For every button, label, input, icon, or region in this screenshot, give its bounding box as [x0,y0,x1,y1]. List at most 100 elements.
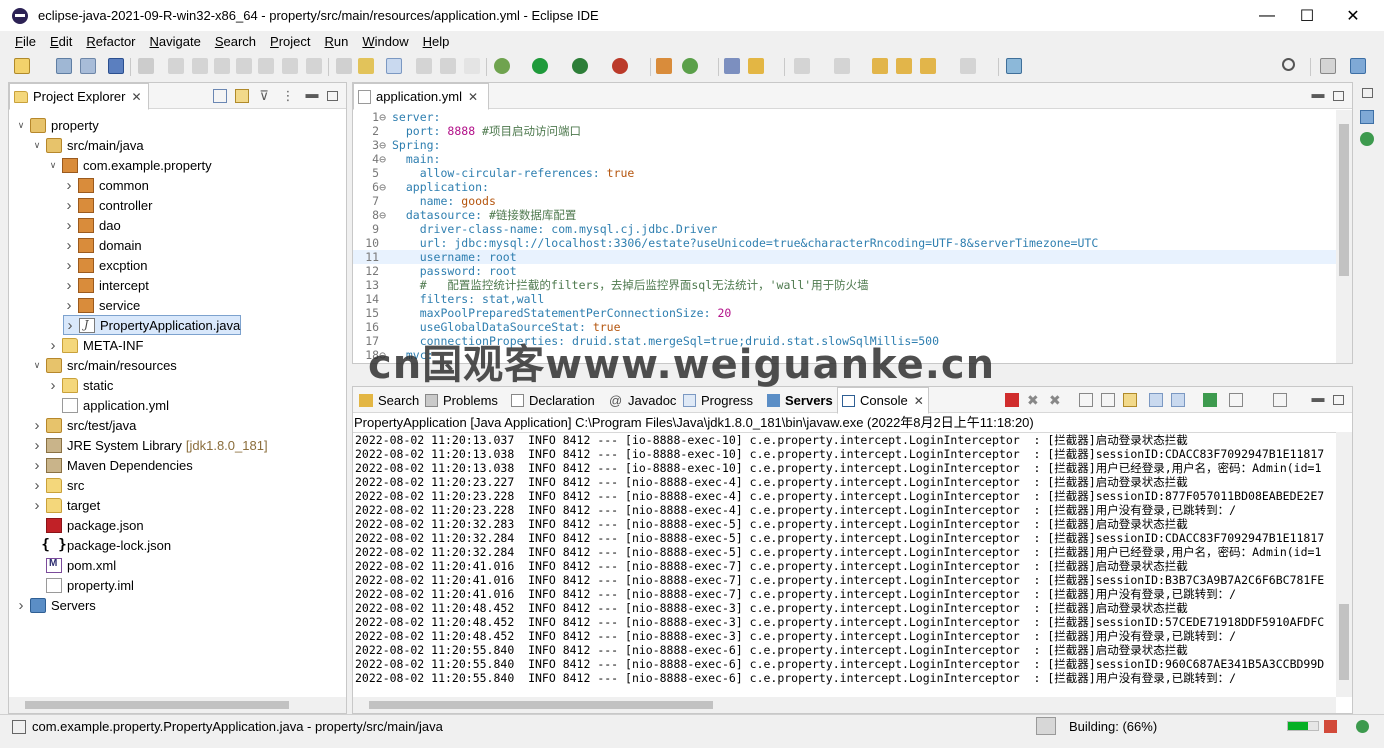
menu-edit[interactable]: Edit [43,34,79,49]
filter-icon[interactable]: ⊽ [257,89,271,103]
terminate-icon[interactable] [1005,393,1019,407]
tree-item[interactable]: › META-INF [47,335,144,355]
scroll-lock-icon[interactable] [1101,393,1115,407]
forward-icon[interactable] [960,58,976,74]
pin-console-icon[interactable] [1203,393,1217,407]
tree-item[interactable]: › excption [63,255,148,275]
coverage-icon[interactable] [572,58,588,74]
tree-item[interactable]: pom.xml [31,555,116,575]
menu-file[interactable]: File [8,34,43,49]
next-edit-location-icon[interactable] [896,58,912,74]
tab-problems[interactable]: Problems [421,387,502,413]
chevron-right-icon[interactable]: › [31,417,43,434]
tree-item[interactable]: ∨ src/main/resources [31,355,177,375]
console-horizontal-scrollbar[interactable] [353,697,1336,713]
menu-refactor[interactable]: Refactor [79,34,142,49]
minimize-view-icon[interactable]: ▬ [1311,391,1325,407]
show-console-on-error-icon[interactable] [1171,393,1185,407]
tree-item[interactable]: application.yml [47,395,169,415]
new-icon[interactable] [14,58,30,74]
chevron-right-icon[interactable]: › [15,597,27,614]
tab-console[interactable]: Console ✕ [837,387,929,414]
run-icon[interactable] [532,58,548,74]
explorer-horizontal-scrollbar[interactable] [9,697,346,713]
tree-item[interactable]: › JRE System Library [jdk1.8.0_181] [31,435,268,455]
close-icon[interactable]: ✕ [914,394,924,408]
tab-progress[interactable]: Progress [679,387,757,413]
code-line[interactable]: 6⊖ application: [353,180,1336,194]
scrollbar-thumb[interactable] [1339,604,1349,680]
notifications-icon[interactable] [1356,720,1369,733]
chevron-right-icon[interactable]: › [63,297,75,314]
terminal-icon[interactable] [108,58,124,74]
code-line[interactable]: 16 useGlobalDataSourceStat: true [353,320,1336,334]
word-wrap-icon[interactable] [1123,393,1137,407]
show-console-on-output-icon[interactable] [1149,393,1163,407]
open-type-icon[interactable] [724,58,740,74]
tree-item[interactable]: package.json [31,515,144,535]
close-icon[interactable]: ✕ [131,90,141,104]
chevron-down-icon[interactable]: ∨ [15,120,27,131]
close-window-button[interactable]: ✕ [1330,0,1376,31]
terminate-icon[interactable] [214,58,230,74]
remove-launch-icon[interactable]: ✖ [1027,393,1041,407]
tree-item[interactable]: › target [31,495,101,515]
tree-item[interactable]: › common [63,175,149,195]
code-line[interactable]: 12 password: root [353,264,1336,278]
tab-application-yml[interactable]: application.yml ✕ [353,83,489,110]
open-perspective-icon[interactable] [1320,58,1336,74]
next-annotation-icon[interactable] [794,58,810,74]
tree-item[interactable]: › service [63,295,141,315]
search-icon[interactable] [1282,58,1295,71]
code-line[interactable]: 10 ⇨ url: jdbc:mysql://localhost:3306/es… [353,236,1336,250]
tab-search[interactable]: Search [355,387,423,413]
tree-item[interactable]: › PropertyApplication.java [63,315,242,335]
link-with-editor-icon[interactable] [235,89,249,103]
maximize-view-icon[interactable] [1333,395,1344,405]
chevron-right-icon[interactable]: › [63,197,75,214]
code-line[interactable]: 5 allow-circular-references: true [353,166,1336,180]
word-wrap-icon[interactable] [440,58,456,74]
tree-item[interactable]: › src/test/java [31,415,137,435]
chevron-right-icon[interactable]: › [31,437,43,454]
chevron-right-icon[interactable]: › [47,377,59,394]
editor-vertical-scrollbar[interactable] [1336,110,1352,363]
tab-project-explorer[interactable]: Project Explorer ✕ [9,83,149,110]
tree-item[interactable]: › static [47,375,114,395]
remove-all-terminated-icon[interactable]: ✖ [1049,393,1063,407]
tree-item[interactable]: › Maven Dependencies [31,455,193,475]
tree-item[interactable]: property.iml [31,575,134,595]
block-selection-icon[interactable] [416,58,432,74]
minimize-view-icon[interactable]: ▬ [305,87,319,103]
step-into-icon[interactable] [258,58,274,74]
code-line[interactable]: 8⊖ datasource: #链接数据库配置 [353,208,1336,222]
code-line[interactable]: 1⊖ server: [353,110,1336,124]
use-step-filters-icon[interactable] [336,58,352,74]
console-vertical-scrollbar[interactable] [1336,432,1352,697]
code-line[interactable]: 18⊖ mvc: [353,348,1336,362]
external-tools-icon[interactable] [612,58,628,74]
maximize-view-icon[interactable] [327,91,338,101]
scrollbar-thumb[interactable] [25,701,289,709]
code-line[interactable]: 3⊖ Spring: [353,138,1336,152]
search-toolbar-icon[interactable] [748,58,764,74]
console-output[interactable]: 2022-08-02 11:20:13.037 INFO 8412 --- [i… [353,432,1336,697]
chevron-right-icon[interactable]: › [63,257,75,274]
resume-icon[interactable] [168,58,184,74]
menu-navigate[interactable]: Navigate [143,34,208,49]
display-selected-console-icon[interactable] [1229,393,1243,407]
chevron-right-icon[interactable]: › [64,317,76,334]
code-line[interactable]: 15 maxPoolPreparedStatementPerConnection… [353,306,1336,320]
tree-item[interactable]: › dao [63,215,121,235]
tree-item[interactable]: › src [31,475,85,495]
step-over-icon[interactable] [282,58,298,74]
suspend-icon[interactable] [192,58,208,74]
code-editor[interactable]: 1⊖ server: 2 port: 8888 #项目启动访问端口 3⊖ Spring:… [353,110,1336,363]
outline-icon[interactable] [1360,110,1374,124]
chevron-down-icon[interactable]: ∨ [47,160,59,171]
scrollbar-thumb[interactable] [369,701,713,709]
close-icon[interactable]: ✕ [468,90,478,104]
code-line[interactable]: 17 connectionProperties: druid.stat.merg… [353,334,1336,348]
disconnect-icon[interactable] [236,58,252,74]
task-list-icon[interactable] [1360,132,1374,146]
